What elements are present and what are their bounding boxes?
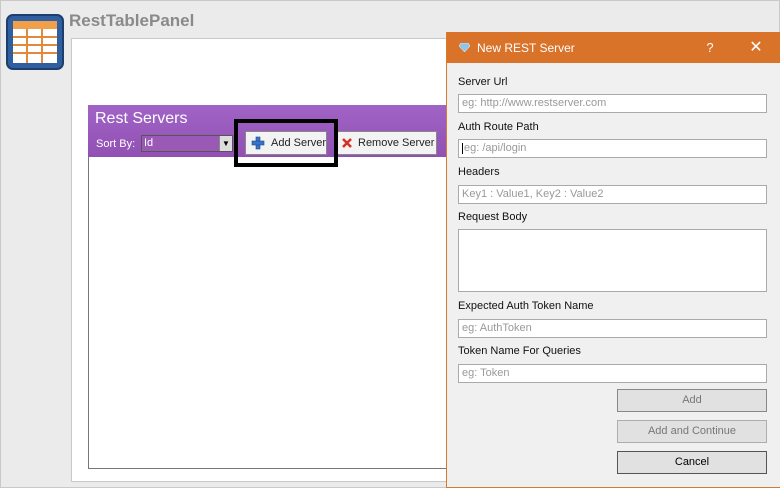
request-body-textarea[interactable]	[458, 229, 767, 292]
close-button[interactable]: ✕	[741, 35, 771, 61]
chevron-down-icon[interactable]: ▼	[219, 136, 232, 151]
headers-label: Headers	[458, 166, 500, 178]
server-url-label: Server Url	[458, 76, 508, 88]
gem-icon	[459, 43, 470, 52]
cancel-button[interactable]: Cancel	[617, 451, 767, 474]
sort-by-value: Id	[144, 137, 154, 149]
text-cursor	[462, 142, 463, 154]
dialog-titlebar[interactable]: New REST Server ? ✕	[447, 32, 780, 63]
app-title: RestTablePanel	[69, 11, 195, 30]
remove-x-icon	[342, 138, 352, 148]
remove-server-button[interactable]: Remove Server	[336, 131, 437, 155]
auth-route-input[interactable]: eg: /api/login	[458, 139, 767, 158]
headers-placeholder: Key1 : Value1, Key2 : Value2	[462, 188, 604, 200]
server-url-input[interactable]: eg: http://www.restserver.com	[458, 94, 767, 113]
server-url-placeholder: eg: http://www.restserver.com	[462, 97, 607, 109]
table-app-icon	[6, 14, 64, 70]
token-name-queries-placeholder: eg: Token	[462, 367, 510, 379]
rest-servers-list[interactable]	[88, 157, 468, 469]
remove-server-label: Remove Server	[358, 137, 435, 149]
rest-servers-title: Rest Servers	[95, 110, 188, 127]
auth-token-name-placeholder: eg: AuthToken	[462, 322, 532, 334]
token-name-queries-input[interactable]: eg: Token	[458, 364, 767, 383]
request-body-label: Request Body	[458, 211, 528, 223]
sort-by-label: Sort By:	[96, 138, 136, 150]
auth-route-placeholder: eg: /api/login	[464, 142, 527, 154]
auth-route-label: Auth Route Path	[458, 121, 539, 133]
auth-token-name-label: Expected Auth Token Name	[458, 300, 594, 312]
new-rest-server-dialog: New REST Server ? ✕ Server Url eg: http:…	[446, 32, 780, 488]
auth-token-name-input[interactable]: eg: AuthToken	[458, 319, 767, 338]
headers-input[interactable]: Key1 : Value1, Key2 : Value2	[458, 185, 767, 204]
dialog-title: New REST Server	[477, 41, 575, 55]
token-name-queries-label: Token Name For Queries	[458, 345, 581, 357]
sort-by-select[interactable]: Id ▼	[141, 135, 233, 152]
add-and-continue-button[interactable]: Add and Continue	[617, 420, 767, 443]
add-button[interactable]: Add	[617, 389, 767, 412]
help-button[interactable]: ?	[697, 35, 723, 61]
highlight-annotation-box	[234, 119, 338, 167]
